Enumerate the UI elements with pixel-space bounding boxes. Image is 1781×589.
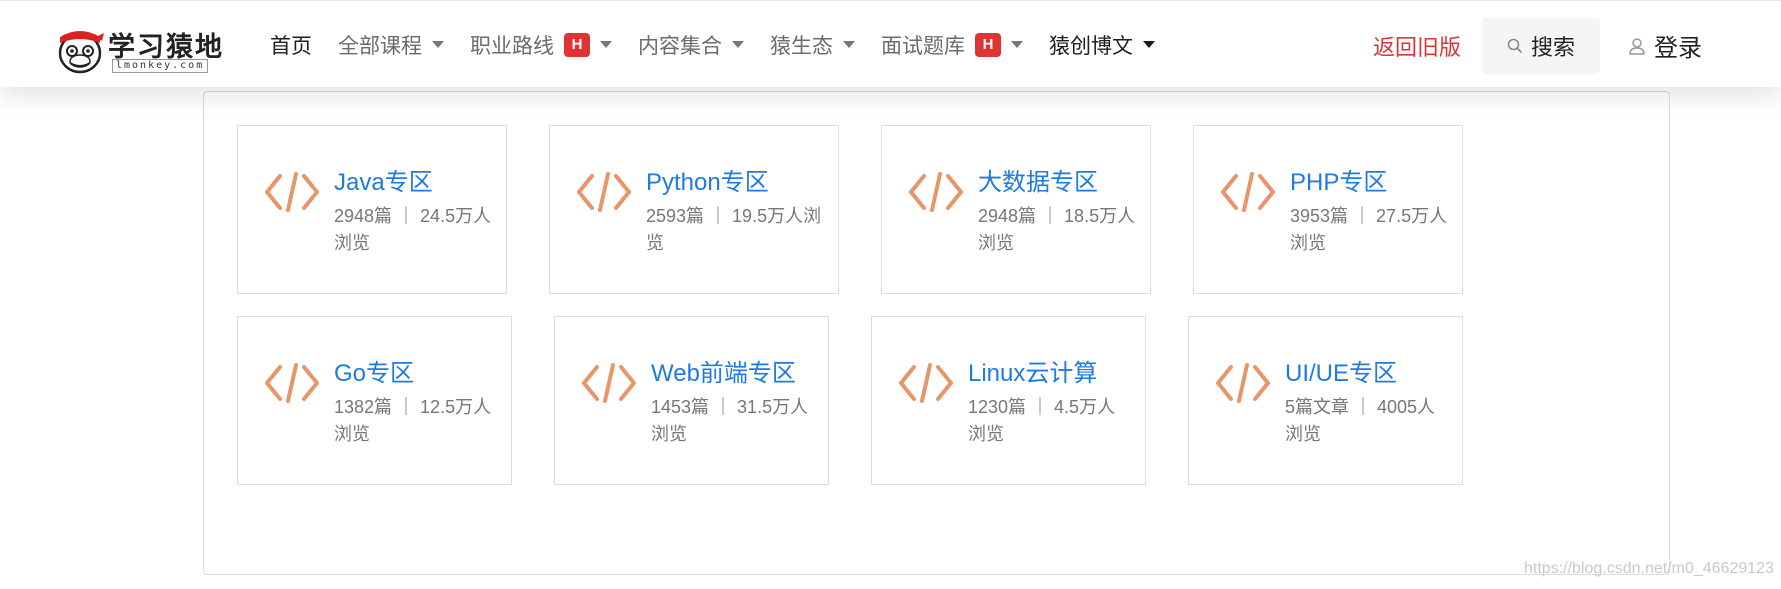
card-title[interactable]: Linux云计算 bbox=[968, 353, 1097, 388]
search-label: 搜索 bbox=[1530, 35, 1575, 60]
category-card[interactable]: Web前端专区 1453篇 ｜ 31.5万人浏览 bbox=[554, 316, 829, 485]
nav-item-4[interactable]: 猿生态 bbox=[770, 30, 855, 60]
search-icon bbox=[1507, 38, 1523, 54]
logo-subtitle: lmonkey.com bbox=[112, 59, 209, 73]
caret-down-icon bbox=[600, 41, 612, 48]
code-icon bbox=[899, 363, 953, 403]
code-icon bbox=[1221, 172, 1275, 212]
category-card[interactable]: Python专区 2593篇 ｜ 19.5万人浏览 bbox=[549, 125, 839, 294]
card-title[interactable]: Python专区 bbox=[646, 162, 769, 197]
card-title[interactable]: PHP专区 bbox=[1290, 162, 1387, 197]
back-to-old-version-link[interactable]: 返回旧版 bbox=[1373, 30, 1461, 62]
category-card[interactable]: PHP专区 3953篇 ｜ 27.5万人浏览 bbox=[1193, 125, 1463, 294]
nav-item-3[interactable]: 内容集合 bbox=[638, 30, 744, 60]
top-header: 学习猿地 lmonkey.com 首页 全部课程 职业路线 H 内容集合 猿生态 面试题库 H… bbox=[0, 0, 1781, 87]
site-logo[interactable]: 学习猿地 lmonkey.com bbox=[56, 23, 236, 75]
code-icon bbox=[265, 172, 319, 212]
nav-item-label: 猿创博文 bbox=[1049, 34, 1133, 58]
nav-item-label: 首页 bbox=[270, 34, 312, 58]
card-stats: 2593篇 ｜ 19.5万人浏览 bbox=[646, 206, 822, 253]
caret-down-icon bbox=[432, 41, 444, 48]
nav-item-label: 内容集合 bbox=[638, 34, 722, 58]
caret-down-icon bbox=[843, 41, 855, 48]
code-icon bbox=[1216, 363, 1270, 403]
card-title[interactable]: Java专区 bbox=[334, 162, 433, 197]
code-icon bbox=[582, 363, 636, 403]
card-stats: 1230篇 ｜ 4.5万人浏览 bbox=[968, 397, 1116, 444]
nav-item-label: 面试题库 bbox=[881, 34, 965, 58]
category-card[interactable]: Linux云计算 1230篇 ｜ 4.5万人浏览 bbox=[871, 316, 1146, 485]
caret-down-icon bbox=[1143, 41, 1155, 48]
nav-item-5[interactable]: 面试题库 H bbox=[881, 30, 1023, 60]
nav-item-6[interactable]: 猿创博文 bbox=[1049, 30, 1155, 60]
card-stats: 2948篇 ｜ 24.5万人浏览 bbox=[334, 206, 492, 253]
monkey-face-icon bbox=[58, 31, 104, 74]
nav-item-label: 职业路线 bbox=[470, 34, 554, 58]
watermark: https://blog.csdn.net/m0_46629123 bbox=[1524, 560, 1774, 577]
card-stats: 2948篇 ｜ 18.5万人浏览 bbox=[978, 206, 1136, 253]
login-label: 登录 bbox=[1654, 35, 1702, 62]
card-title[interactable]: 大数据专区 bbox=[978, 162, 1098, 197]
caret-down-icon bbox=[1011, 41, 1023, 48]
card-stats: 3953篇 ｜ 27.5万人浏览 bbox=[1290, 206, 1448, 253]
card-title[interactable]: Go专区 bbox=[334, 353, 414, 388]
nav-item-1[interactable]: 全部课程 bbox=[338, 30, 444, 60]
hot-badge: H bbox=[975, 32, 1001, 57]
card-title[interactable]: UI/UE专区 bbox=[1285, 353, 1397, 388]
code-icon bbox=[577, 172, 631, 212]
user-icon bbox=[1629, 37, 1645, 55]
category-card[interactable]: UI/UE专区 5篇文章 ｜ 4005人浏览 bbox=[1188, 316, 1463, 485]
card-stats: 1382篇 ｜ 12.5万人浏览 bbox=[334, 397, 492, 444]
category-card[interactable]: Go专区 1382篇 ｜ 12.5万人浏览 bbox=[237, 316, 512, 485]
category-card[interactable]: Java专区 2948篇 ｜ 24.5万人浏览 bbox=[237, 125, 507, 294]
category-card[interactable]: 大数据专区 2948篇 ｜ 18.5万人浏览 bbox=[881, 125, 1151, 294]
hot-badge: H bbox=[564, 32, 590, 57]
nav-item-2[interactable]: 职业路线 H bbox=[470, 30, 612, 60]
main-nav: 首页 全部课程 职业路线 H 内容集合 猿生态 面试题库 H 猿创博文 bbox=[270, 1, 1181, 88]
nav-item-0[interactable]: 首页 bbox=[270, 30, 312, 60]
search-button[interactable]: 搜索 bbox=[1482, 18, 1600, 74]
code-icon bbox=[909, 172, 963, 212]
code-icon bbox=[265, 363, 319, 403]
category-panel: Java专区 2948篇 ｜ 24.5万人浏览 Python专区 2593篇 ｜ 19… bbox=[203, 91, 1670, 575]
nav-item-label: 猿生态 bbox=[770, 34, 833, 58]
nav-item-label: 全部课程 bbox=[338, 34, 422, 58]
caret-down-icon bbox=[732, 41, 744, 48]
card-title[interactable]: Web前端专区 bbox=[651, 353, 796, 388]
card-stats: 1453篇 ｜ 31.5万人浏览 bbox=[651, 397, 809, 444]
login-button[interactable]: 登录 bbox=[1628, 28, 1702, 63]
card-stats: 5篇文章 ｜ 4005人浏览 bbox=[1285, 397, 1436, 444]
